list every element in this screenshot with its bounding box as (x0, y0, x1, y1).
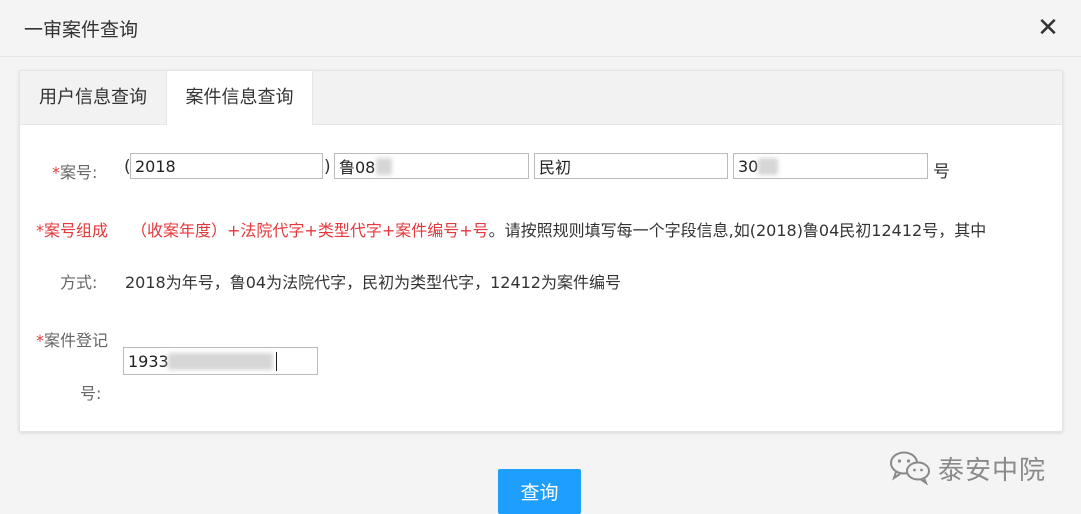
watermark-text: 泰安中院 (938, 456, 1047, 486)
format-rule-line2: 2018为年号，鲁04为法院代字，民初为类型代字，12412为案件编号 (125, 273, 621, 292)
redaction-blur (168, 353, 273, 370)
wechat-icon (890, 451, 930, 485)
format-rule: （收案年度）+法院代字+类型代字+案件编号+号。请按照规则填写每一个字段信息,如… (131, 217, 986, 241)
registration-label-line2: 号: (80, 384, 102, 403)
required-mark: * (36, 221, 44, 240)
text-cursor (276, 352, 277, 371)
query-button[interactable]: 查询 (498, 469, 581, 514)
close-paren: ) (324, 157, 331, 177)
query-panel: 用户信息查询 案件信息查询 (19, 70, 1063, 432)
dialog-titlebar: 一审案件查询 ✕ (0, 0, 1081, 57)
tab-user-info-query[interactable]: 用户信息查询 (20, 71, 166, 125)
format-label-line1: *案号组成 (36, 217, 108, 241)
format-label-line2: 方式: (60, 273, 98, 292)
court-code-input[interactable] (334, 153, 529, 179)
tab-bar: 用户信息查询 案件信息查询 (20, 71, 1062, 125)
case-number-suffix: 号 (933, 162, 950, 182)
format-label-text: 案号组成 (44, 221, 109, 240)
required-mark: * (52, 163, 60, 182)
case-number-label: *案号: (52, 159, 97, 183)
case-number-label-text: 案号: (60, 163, 98, 182)
watermark: 泰安中院 (888, 446, 1058, 486)
close-icon[interactable]: ✕ (1034, 14, 1062, 42)
format-rule-red: （收案年度）+法院代字+类型代字+案件编号+号 (131, 221, 489, 240)
required-mark: * (36, 331, 44, 350)
dialog-title: 一审案件查询 (24, 19, 139, 41)
format-rule-dark: 。请按照规则填写每一个字段信息,如(2018)鲁04民初12412号，其中 (488, 221, 987, 240)
tab-case-info-query[interactable]: 案件信息查询 (166, 71, 313, 125)
case-type-input[interactable] (534, 153, 728, 179)
registration-label-line1: *案件登记 (36, 327, 108, 351)
redaction-blur (376, 158, 392, 175)
redaction-blur (758, 158, 778, 175)
case-year-input[interactable] (130, 153, 323, 179)
registration-label-text: 案件登记 (44, 331, 109, 350)
